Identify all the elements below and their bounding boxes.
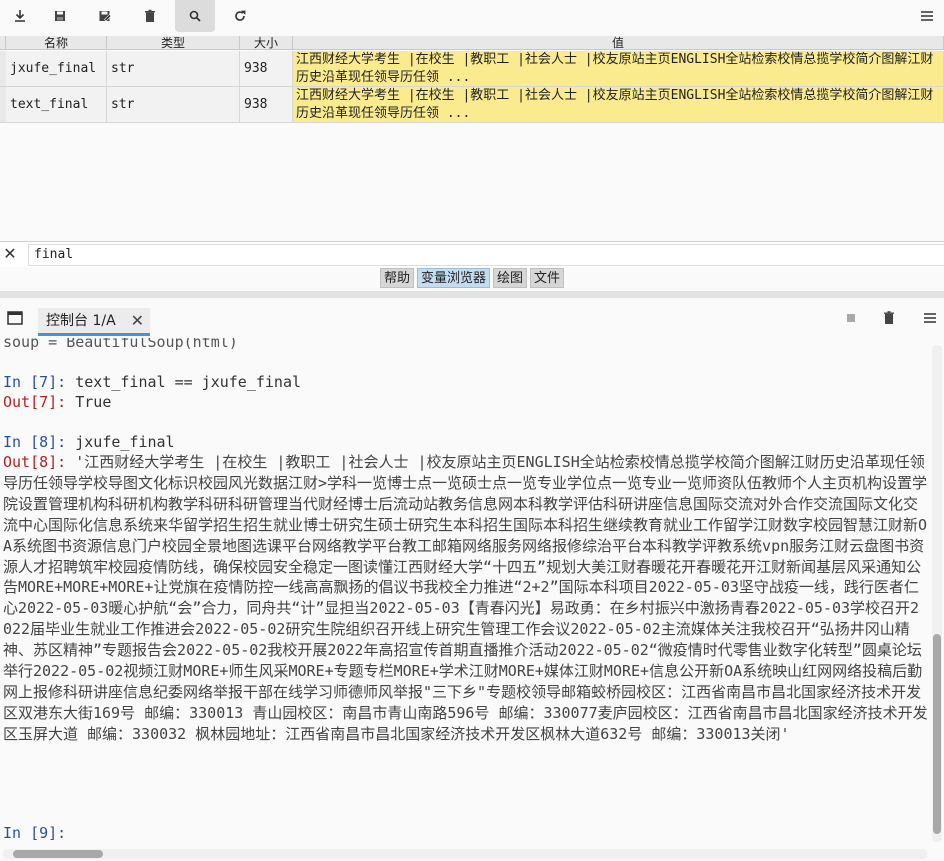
remove-all-variables-button[interactable]: [130, 0, 170, 32]
output-prompt: Out[8]:: [3, 453, 67, 471]
input-prompt: In [8]:: [3, 433, 67, 451]
save-data-button[interactable]: [40, 0, 80, 32]
close-filter-icon[interactable]: ✕: [1, 245, 19, 263]
variable-explorer-toolbar: [0, 0, 944, 32]
pane-splitter[interactable]: [0, 291, 944, 298]
console-tab-label: 控制台 1/A: [46, 313, 116, 329]
variable-table: 名称 类型 大小 值 jxufe_final str 938 江西财经大学考生 …: [0, 36, 944, 236]
input-prompt: In [7]:: [3, 373, 67, 391]
tab-plots[interactable]: 绘图: [493, 268, 528, 288]
close-console-tab-icon[interactable]: ✕: [131, 308, 144, 334]
filter-input[interactable]: final: [28, 244, 944, 266]
hamburger-menu-icon: [921, 11, 933, 21]
scrollbar-thumb[interactable]: [13, 850, 103, 858]
tab-variable-explorer[interactable]: 变量浏览器: [416, 268, 490, 288]
clear-console-icon[interactable]: [881, 310, 897, 326]
input-prompt: In [9]:: [3, 824, 67, 842]
tab-files[interactable]: 文件: [530, 268, 565, 288]
variable-filter-bar: ✕ final: [0, 241, 944, 267]
search-icon: [189, 10, 201, 22]
column-header-name[interactable]: 名称: [6, 36, 107, 50]
table-cell-value[interactable]: 江西财经大学考生 |在校生 |教职工 |社会人士 |校友原站主页ENGLISH全…: [293, 51, 944, 87]
save-as-icon: [99, 11, 112, 22]
table-cell-name[interactable]: jxufe_final: [6, 51, 107, 87]
hamburger-menu-icon[interactable]: [922, 310, 938, 326]
output-string: Out[8]: '江西财经大学考生 |在校生 |教职工 |社会人士 |校友原站主…: [3, 452, 928, 745]
console-partial-line: soup = BeautifulSoup(html): [3, 338, 238, 351]
table-cell-type[interactable]: str: [107, 51, 240, 87]
ipython-console[interactable]: soup = BeautifulSoup(html) In [7]: text_…: [0, 338, 930, 848]
console-vertical-scrollbar[interactable]: [932, 345, 942, 842]
table-cell-size[interactable]: 938: [240, 87, 293, 123]
output-prompt: Out[7]:: [3, 393, 67, 411]
import-data-button[interactable]: [0, 0, 40, 32]
options-menu-button[interactable]: [910, 0, 944, 32]
console-header: 控制台 1/A ✕: [0, 298, 944, 338]
save-icon: [55, 11, 65, 21]
table-cell-size[interactable]: 938: [240, 51, 293, 87]
input-code: jxufe_final: [66, 433, 175, 451]
refresh-icon: [235, 10, 246, 21]
stop-icon[interactable]: [843, 310, 859, 326]
column-header-type[interactable]: 类型: [107, 36, 240, 50]
save-as-button[interactable]: [85, 0, 125, 32]
column-header-size[interactable]: 大小: [240, 36, 293, 50]
console-horizontal-scrollbar[interactable]: [3, 849, 927, 859]
output-value: True: [66, 393, 112, 411]
search-variables-button[interactable]: [175, 0, 215, 32]
console-tab[interactable]: 控制台 1/A ✕: [38, 308, 150, 336]
output-string-value: '江西财经大学考生 |在校生 |教职工 |社会人士 |校友原站主页ENGLISH…: [3, 453, 928, 743]
browse-tabs-icon[interactable]: [7, 311, 23, 325]
scrollbar-thumb[interactable]: [933, 634, 941, 834]
column-header-value[interactable]: 值: [293, 36, 944, 50]
input-code: text_final == jxufe_final: [66, 373, 302, 391]
delete-icon: [145, 9, 155, 22]
import-icon: [15, 10, 25, 22]
pane-tab-bar: 帮助 变量浏览器 绘图 文件: [0, 268, 944, 290]
table-cell-type[interactable]: str: [107, 87, 240, 123]
table-cell-value[interactable]: 江西财经大学考生 |在校生 |教职工 |社会人士 |校友原站主页ENGLISH全…: [293, 87, 944, 123]
table-cell-name[interactable]: text_final: [6, 87, 107, 123]
refresh-variables-button[interactable]: [220, 0, 260, 32]
tab-help[interactable]: 帮助: [379, 268, 414, 288]
